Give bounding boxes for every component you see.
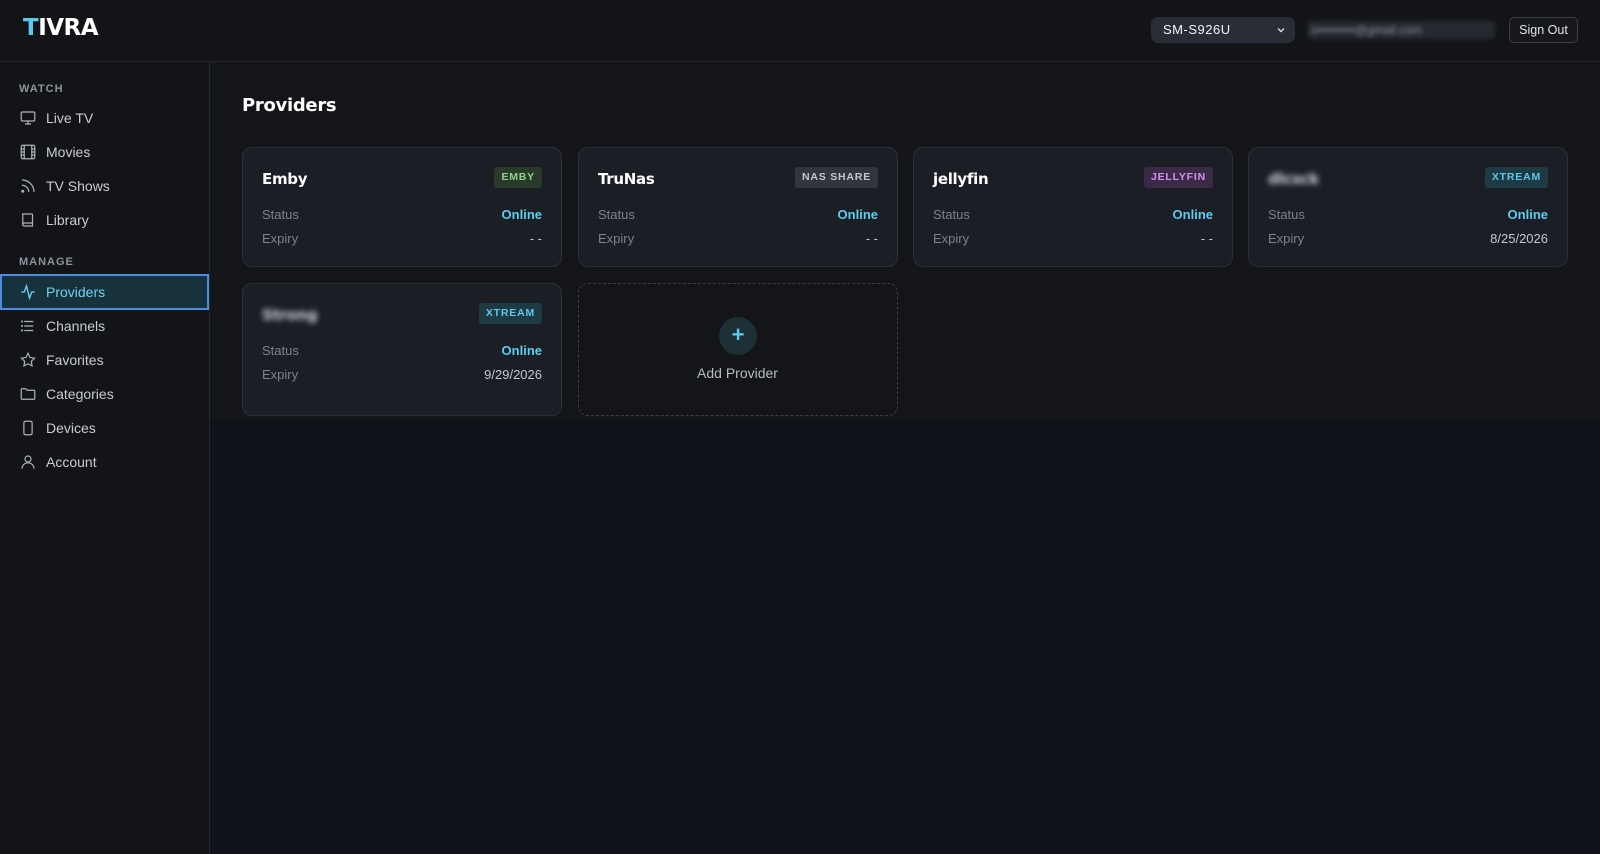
sidebar-item-tv-shows[interactable]: TV Shows <box>0 169 209 203</box>
provider-type-badge: XTREAM <box>478 303 542 324</box>
expiry-value: - - <box>1200 231 1213 246</box>
expiry-value: 9/29/2026 <box>484 367 542 382</box>
top-header: TIVRA SM-S926U s•••••••••@gmail.com Sign… <box>0 0 1600 62</box>
provider-type-badge: NAS SHARE <box>794 167 878 188</box>
provider-card[interactable]: Strong XTREAM Status Online Expiry 9/29/… <box>242 283 562 416</box>
status-value: Online <box>837 207 878 222</box>
activity-icon <box>21 283 35 301</box>
provider-type-badge: XTREAM <box>1484 167 1548 188</box>
status-value: Online <box>501 343 542 358</box>
expiry-value: - - <box>865 231 878 246</box>
expiry-label: Expiry <box>262 231 299 246</box>
provider-type-badge: EMBY <box>494 167 542 188</box>
expiry-label: Expiry <box>598 231 635 246</box>
provider-name: Strong <box>262 306 318 324</box>
rss-icon <box>21 179 35 193</box>
app-logo[interactable]: TIVRA <box>23 15 99 41</box>
add-provider-card[interactable]: + Add Provider <box>578 283 898 416</box>
phone-icon <box>23 420 33 436</box>
status-value: Online <box>501 207 542 222</box>
provider-card[interactable]: dlcsck XTREAM Status Online Expiry 8/25/… <box>1248 147 1568 267</box>
sidebar: WATCH Live TV Movies TV Shows Library MA… <box>0 62 210 854</box>
provider-name: Emby <box>262 170 308 188</box>
book-icon <box>22 213 34 227</box>
section-label-watch: WATCH <box>19 83 64 95</box>
provider-name: TruNas <box>598 170 655 188</box>
sidebar-item-devices[interactable]: Devices <box>0 411 209 445</box>
sidebar-item-categories[interactable]: Categories <box>0 377 209 411</box>
sidebar-item-account[interactable]: Account <box>0 445 209 479</box>
device-select-value: SM-S926U <box>1163 22 1231 37</box>
provider-type-badge: JELLYFIN <box>1143 167 1213 188</box>
chevron-down-icon <box>1277 28 1285 33</box>
provider-card[interactable]: Emby EMBY Status Online Expiry - - <box>242 147 562 267</box>
list-icon <box>20 320 34 332</box>
sidebar-item-favorites[interactable]: Favorites <box>0 343 209 377</box>
expiry-value: 8/25/2026 <box>1490 231 1548 246</box>
user-icon <box>21 455 35 469</box>
film-icon <box>20 144 36 160</box>
device-select[interactable]: SM-S926U <box>1151 17 1295 43</box>
expiry-label: Expiry <box>262 367 299 382</box>
section-label-manage: MANAGE <box>19 256 74 268</box>
status-label: Status <box>262 343 299 358</box>
add-provider-label: Add Provider <box>697 365 778 381</box>
status-value: Online <box>1172 207 1213 222</box>
plus-icon: + <box>719 317 757 355</box>
status-label: Status <box>1268 207 1305 222</box>
monitor-icon <box>20 111 36 125</box>
status-value: Online <box>1507 207 1548 222</box>
status-label: Status <box>933 207 970 222</box>
expiry-value: - - <box>529 231 542 246</box>
user-email: s•••••••••@gmail.com <box>1307 21 1495 39</box>
sign-out-button[interactable]: Sign Out <box>1509 17 1578 43</box>
provider-name: dlcsck <box>1268 170 1319 188</box>
folder-icon <box>20 388 36 400</box>
sidebar-item-library[interactable]: Library <box>0 203 209 237</box>
sidebar-item-live-tv[interactable]: Live TV <box>0 101 209 135</box>
status-label: Status <box>262 207 299 222</box>
sidebar-item-movies[interactable]: Movies <box>0 135 209 169</box>
expiry-label: Expiry <box>1268 231 1305 246</box>
page-title: Providers <box>242 95 337 116</box>
expiry-label: Expiry <box>933 231 970 246</box>
provider-card[interactable]: jellyfin JELLYFIN Status Online Expiry -… <box>913 147 1233 267</box>
status-label: Status <box>598 207 635 222</box>
star-icon <box>20 351 36 368</box>
sidebar-item-providers[interactable]: Providers <box>0 274 209 310</box>
sidebar-item-channels[interactable]: Channels <box>0 309 209 343</box>
provider-card[interactable]: TruNas NAS SHARE Status Online Expiry - … <box>578 147 898 267</box>
provider-name: jellyfin <box>933 170 989 188</box>
